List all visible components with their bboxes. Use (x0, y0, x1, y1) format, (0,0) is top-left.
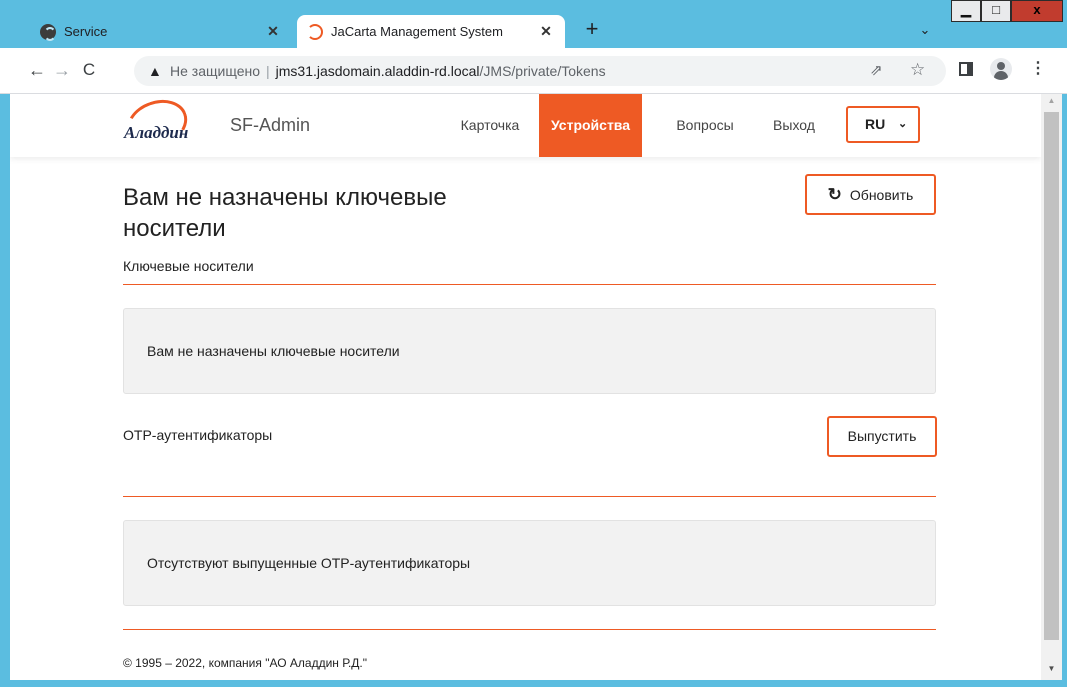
close-tab-icon[interactable]: ✕ (533, 23, 559, 40)
logo-text: Аладдин (124, 123, 189, 142)
address-bar[interactable]: ▲ Не защищено | jms31.jasdomain.aladdin-rd… (134, 56, 946, 86)
back-button[interactable]: ← (26, 60, 48, 82)
page-title: Вам не назначены ключевые носители (123, 184, 447, 242)
tokens-empty-box: Вам не назначены ключевые носители (123, 308, 936, 394)
browser-titlebar: Service ✕ JaCarta Management System ✕ + … (0, 0, 1067, 48)
nav-card[interactable]: Карточка (450, 94, 530, 157)
otp-section-label: OTP-аутентификаторы (123, 427, 273, 443)
close-tab-icon[interactable]: ✕ (260, 23, 286, 40)
menu-kebab-icon[interactable]: ⋮ (1030, 60, 1046, 80)
tab-title: Service (64, 24, 108, 39)
url-host: jms31.jasdomain.aladdin-rd.local (275, 63, 480, 79)
chevron-down-icon: ⌄ (898, 118, 908, 130)
vertical-scrollbar[interactable]: ▲ ▼ (1041, 94, 1062, 680)
security-label: Не защищено (170, 63, 260, 79)
otp-empty-box: Отсутствуют выпущенные OTP-аутентификато… (123, 520, 936, 606)
refresh-button[interactable]: ↻ Обновить (805, 174, 936, 215)
refresh-icon: ↻ (827, 184, 842, 204)
globe-icon (40, 23, 56, 41)
app-name: SF-Admin (230, 115, 311, 135)
footer-copyright: © 1995 – 2022, компания "АО Аладдин Р.Д.… (123, 656, 368, 670)
refresh-label: Обновить (849, 186, 914, 203)
scroll-up-arrow-icon[interactable]: ▲ (1041, 96, 1062, 110)
bookmark-star-icon[interactable]: ☆ (910, 60, 925, 80)
nav-exit[interactable]: Выход (764, 94, 824, 157)
language-value: RU (865, 116, 886, 132)
tab-service[interactable]: Service ✕ (28, 15, 292, 48)
minimize-button[interactable]: ▁ (951, 0, 981, 22)
tab-jacarta[interactable]: JaCarta Management System ✕ (297, 15, 565, 48)
scroll-down-arrow-icon[interactable]: ▼ (1041, 664, 1062, 678)
tab-title: JaCarta Management System (331, 24, 503, 39)
close-window-button[interactable]: x (1011, 0, 1063, 22)
page-viewport: Аладдин SF-Admin Карточка Устройства Воп… (10, 94, 1041, 680)
divider (123, 496, 936, 497)
otp-empty-message: Отсутствуют выпущенные OTP-аутентификато… (147, 555, 471, 571)
tab-search-button[interactable]: ⌄ (914, 22, 936, 44)
tokens-empty-message: Вам не назначены ключевые носители (147, 343, 400, 359)
maximize-button[interactable]: □ (981, 0, 1011, 22)
divider (123, 284, 936, 285)
url-text[interactable]: Не защищено | jms31.jasdomain.aladdin-rd.l… (170, 63, 606, 79)
nav-questions[interactable]: Вопросы (666, 94, 744, 157)
aladdin-logo[interactable]: Аладдин (114, 94, 214, 157)
language-select[interactable]: RU ⌄ (846, 106, 920, 143)
nav-devices[interactable]: Устройства (539, 94, 642, 157)
tokens-section-label: Ключевые носители (123, 258, 254, 274)
share-icon[interactable]: ⇗ (870, 61, 883, 79)
profile-avatar-icon[interactable] (990, 58, 1012, 80)
spinner-icon (307, 23, 323, 40)
browser-toolbar: ← → C ▲ Не защищено | jms31.jasdomain.alad… (0, 48, 1067, 94)
new-tab-button[interactable]: + (580, 18, 604, 42)
reload-button[interactable]: C (78, 60, 100, 82)
issue-button[interactable]: Выпустить (827, 416, 937, 457)
forward-button[interactable]: → (51, 60, 73, 82)
side-panel-icon[interactable] (959, 62, 973, 76)
url-path: /JMS/private/Tokens (479, 63, 606, 79)
scroll-thumb[interactable] (1044, 112, 1059, 640)
divider (123, 629, 936, 630)
site-header: Аладдин SF-Admin Карточка Устройства Воп… (10, 94, 1041, 157)
warning-icon[interactable]: ▲ (148, 63, 162, 79)
